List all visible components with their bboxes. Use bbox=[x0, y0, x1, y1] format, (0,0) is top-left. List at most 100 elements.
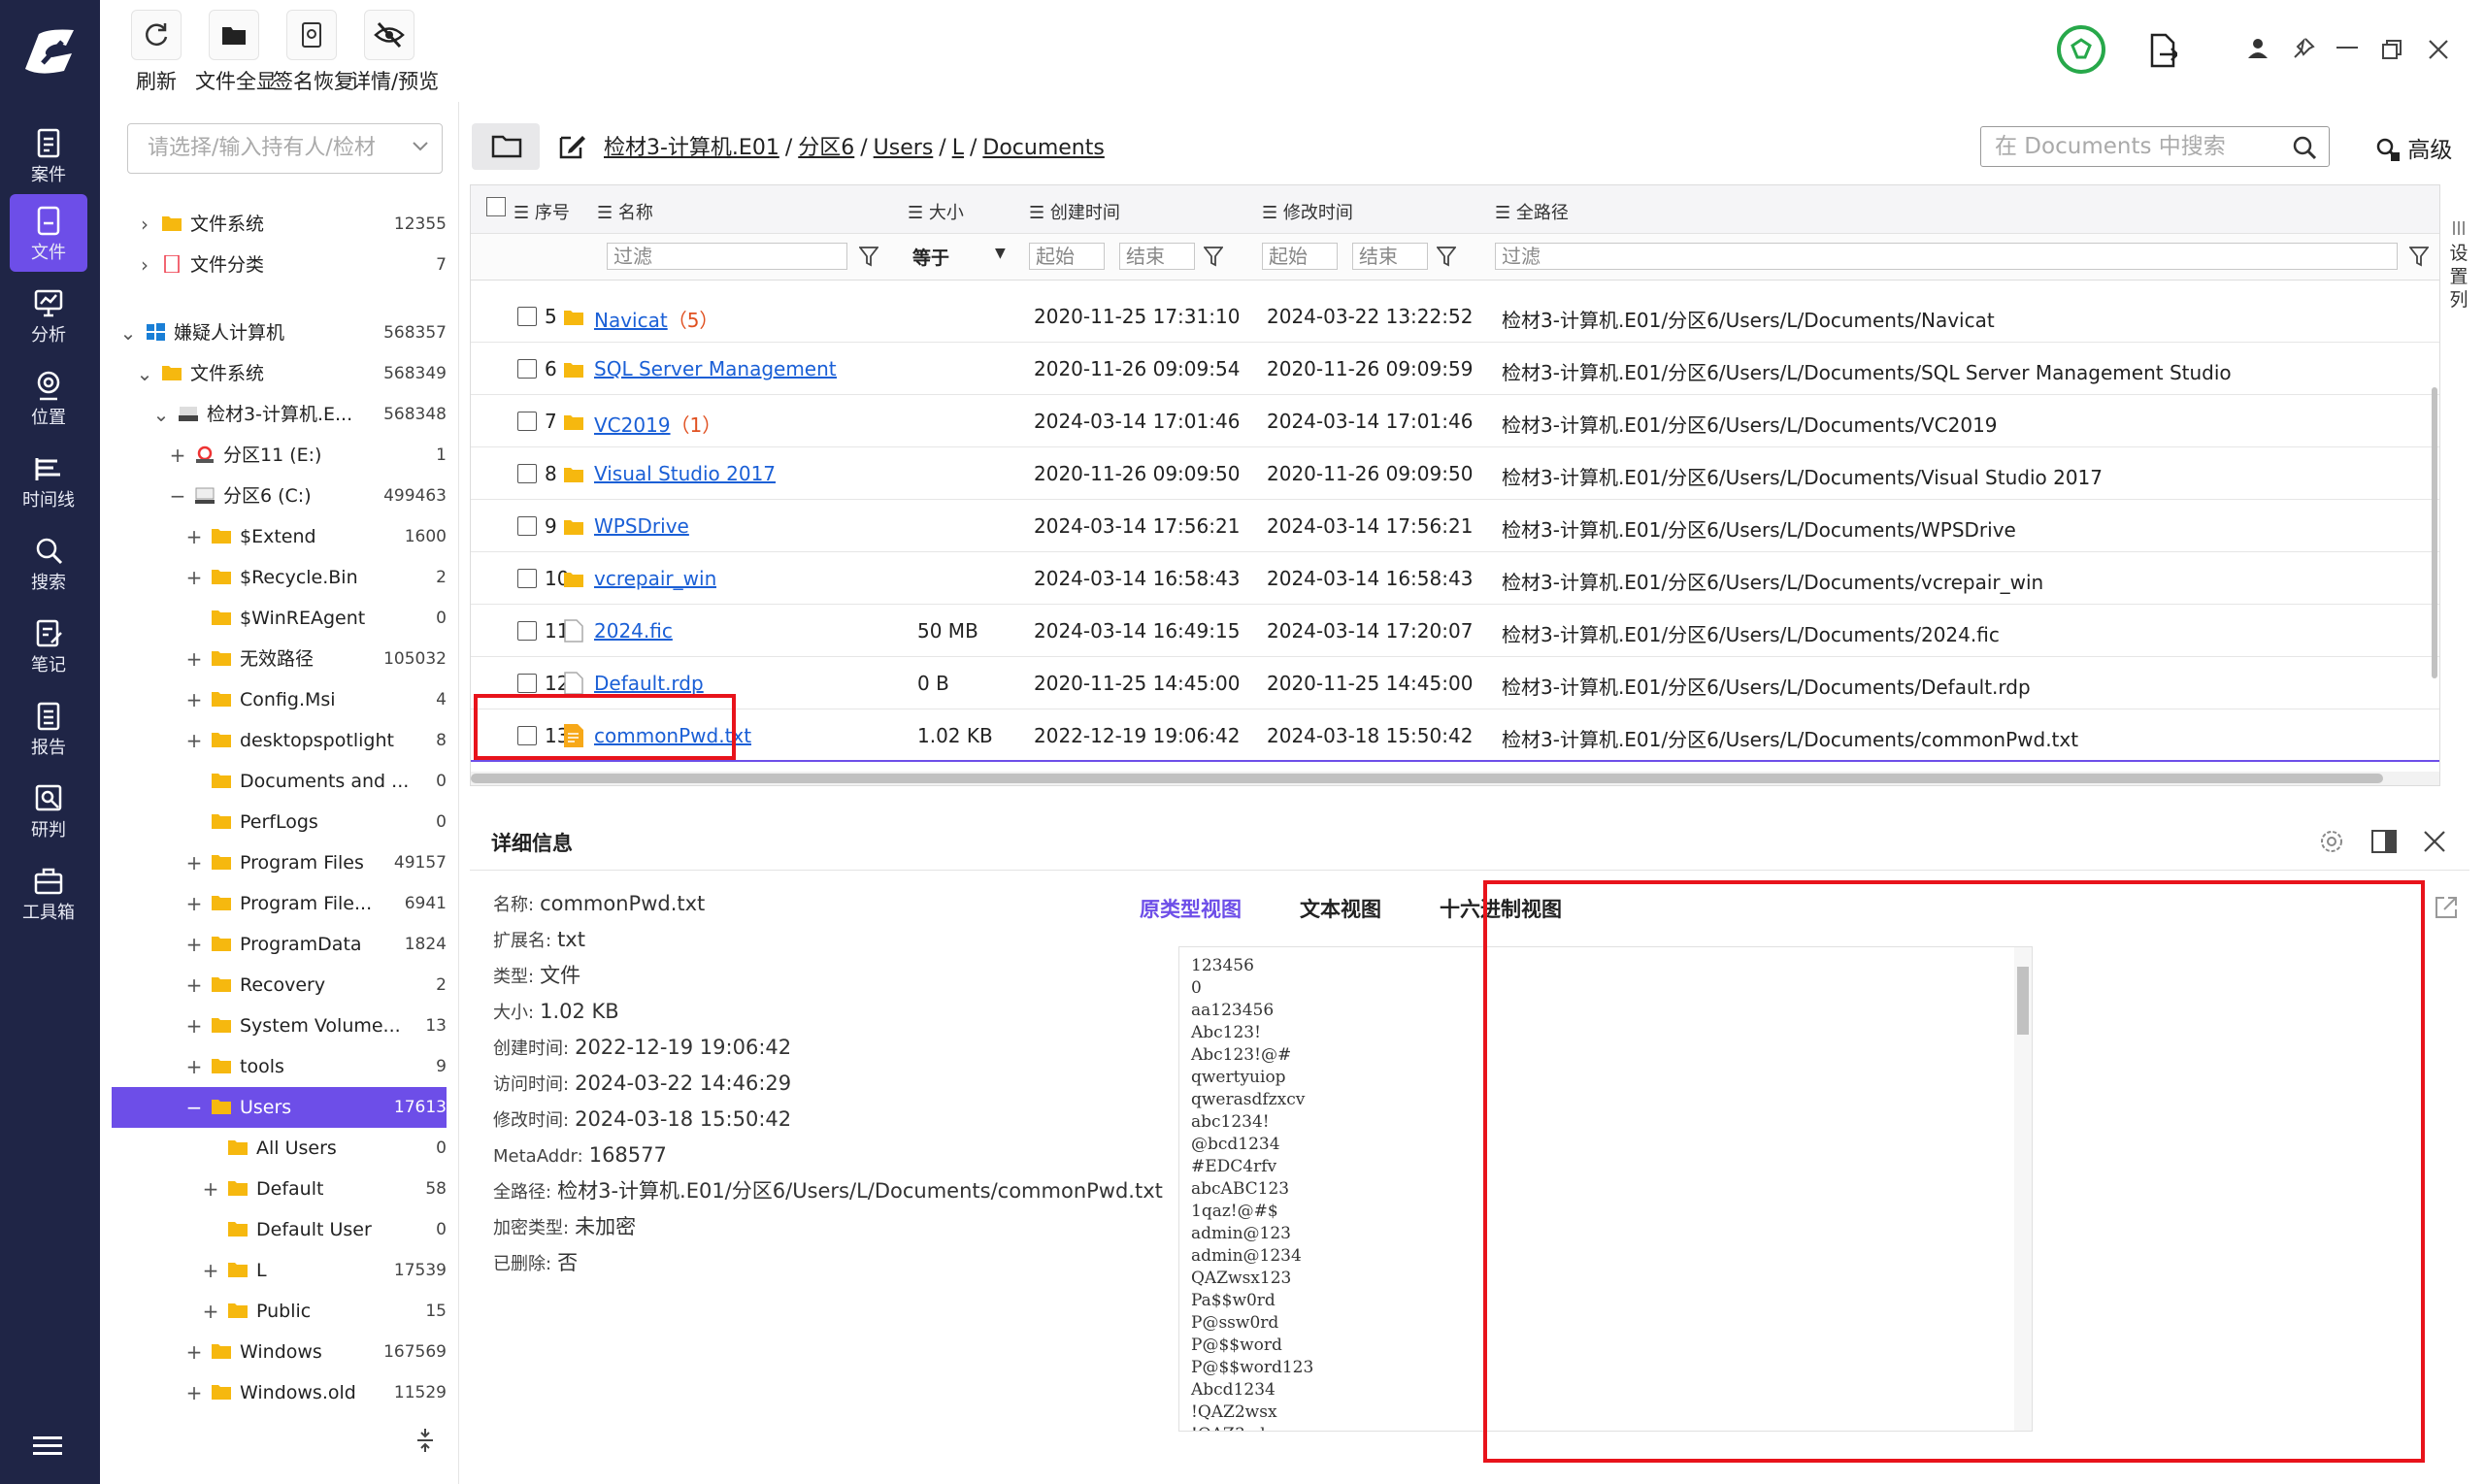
tree-item[interactable]: ⌄ 文件系统 568349 bbox=[112, 353, 447, 394]
nav-item-analysis[interactable]: 分析 bbox=[10, 277, 87, 354]
nav-item-case[interactable]: 案件 bbox=[10, 116, 87, 194]
holder-select[interactable]: 请选择/输入持有人/检材 bbox=[127, 123, 443, 174]
row-checkbox[interactable] bbox=[517, 464, 537, 483]
tree-toggle-icon[interactable]: + bbox=[185, 1046, 203, 1087]
viewer-tab[interactable]: 文本视图 bbox=[1300, 898, 1381, 921]
row-name[interactable]: Default.rdp bbox=[594, 672, 704, 695]
row-name[interactable]: Navicat（5） bbox=[594, 305, 718, 333]
breadcrumb-segment[interactable]: Documents bbox=[982, 136, 1104, 160]
popout-icon[interactable] bbox=[2433, 894, 2460, 921]
grid-horizontal-scrollbar[interactable] bbox=[471, 772, 2439, 785]
tree-toggle-icon[interactable]: + bbox=[185, 679, 203, 720]
row-checkbox[interactable] bbox=[517, 412, 537, 431]
search-input[interactable]: 在 Documents 中搜索 bbox=[1980, 126, 2330, 167]
col-index-header[interactable]: ☰ 序号 bbox=[514, 199, 570, 224]
tree-toggle-icon[interactable]: ⌄ bbox=[152, 394, 170, 435]
row-name[interactable]: vcrepair_win bbox=[594, 567, 716, 590]
hamburger-menu-icon[interactable] bbox=[33, 1435, 62, 1458]
filter-icon[interactable] bbox=[1204, 246, 1223, 267]
tree-toggle-icon[interactable]: + bbox=[185, 639, 203, 679]
table-row[interactable]: 13 commonPwd.txt 1.02 KB 2022-12-19 19:06:4… bbox=[471, 709, 2439, 762]
col-name-header[interactable]: ☰ 名称 bbox=[597, 199, 653, 224]
tree-toggle-icon[interactable]: − bbox=[169, 476, 186, 516]
table-row[interactable]: 8 Visual Studio 2017 2020-11-26 09:09:50 20… bbox=[471, 447, 2439, 500]
fullpath-filter-input[interactable]: 过滤 bbox=[1495, 243, 2398, 270]
tree-item[interactable]: › 文件系统 12355 bbox=[112, 204, 447, 245]
tree-toggle-icon[interactable]: + bbox=[185, 1372, 203, 1413]
tree-toggle-icon[interactable]: › bbox=[136, 204, 153, 245]
tree-item[interactable]: + $Recycle.Bin 2 bbox=[112, 557, 447, 598]
filter-icon[interactable] bbox=[1437, 246, 1456, 267]
row-checkbox[interactable] bbox=[517, 569, 537, 588]
tree-item[interactable]: + $Extend 1600 bbox=[112, 516, 447, 557]
refresh-button[interactable]: 刷新 bbox=[117, 10, 195, 95]
tree-item[interactable]: − Users 17613 bbox=[112, 1087, 447, 1128]
tree-item[interactable]: Default User 0 bbox=[112, 1209, 447, 1250]
tree-item[interactable]: Documents and ... 0 bbox=[112, 761, 447, 802]
table-row[interactable]: 11 2024.fic 50 MB 2024-03-14 16:49:15 2024-0… bbox=[471, 605, 2439, 657]
minimize-icon[interactable] bbox=[2336, 47, 2358, 50]
export-file-icon[interactable] bbox=[2148, 33, 2177, 68]
user-icon[interactable] bbox=[2247, 37, 2269, 60]
tree-item[interactable]: + L 17539 bbox=[112, 1250, 447, 1291]
tree-item[interactable]: + 分区11 (E:) 1 bbox=[112, 435, 447, 476]
table-row[interactable]: 7 VC2019（1） 2024-03-14 17:01:46 2024-03-14 … bbox=[471, 395, 2439, 447]
created-start-input[interactable]: 起始 bbox=[1029, 243, 1105, 270]
col-fullpath-header[interactable]: ☰ 全路径 bbox=[1495, 199, 1569, 224]
row-checkbox[interactable] bbox=[517, 516, 537, 536]
detail-preview-button[interactable]: 详情/预览 bbox=[350, 10, 439, 95]
modified-end-input[interactable]: 结束 bbox=[1352, 243, 1428, 270]
tree-toggle-icon[interactable]: + bbox=[202, 1250, 219, 1291]
tree-toggle-icon[interactable]: + bbox=[185, 1006, 203, 1046]
grid-vertical-scrollbar[interactable] bbox=[2430, 280, 2439, 775]
tree-item[interactable]: ⌄ 检材3-计算机.E... 568348 bbox=[112, 394, 447, 435]
row-name[interactable]: SQL Server Management St bbox=[594, 357, 837, 380]
tree-toggle-icon[interactable]: − bbox=[185, 1087, 203, 1128]
size-compare-select[interactable]: 等于 bbox=[912, 244, 949, 270]
tree-item[interactable]: + System Volume... 13 bbox=[112, 1006, 447, 1046]
show-all-files-button[interactable]: 文件全显 bbox=[195, 10, 277, 95]
tree-item[interactable]: + Config.Msi 4 bbox=[112, 679, 447, 720]
created-end-input[interactable]: 结束 bbox=[1119, 243, 1195, 270]
tree-item[interactable]: + Default 58 bbox=[112, 1169, 447, 1209]
tree-item[interactable]: ⌄ 嫌疑人计算机 568357 bbox=[112, 313, 447, 353]
signature-recover-button[interactable]: 签名恢复 bbox=[273, 10, 354, 95]
tree-toggle-icon[interactable]: + bbox=[185, 883, 203, 924]
tree-toggle-icon[interactable]: + bbox=[202, 1291, 219, 1332]
advanced-search-button[interactable]: 高级 bbox=[2375, 131, 2452, 164]
breadcrumb-segment[interactable]: L bbox=[952, 136, 964, 160]
tree-item[interactable]: + Public 15 bbox=[112, 1291, 447, 1332]
tree-toggle-icon[interactable]: › bbox=[136, 245, 153, 285]
tree-item[interactable]: + Windows.old 11529 bbox=[112, 1372, 447, 1413]
nav-item-file[interactable]: 文件 bbox=[10, 194, 87, 272]
tree-toggle-icon[interactable]: ⌄ bbox=[136, 353, 153, 394]
tree-toggle-icon[interactable]: ⌄ bbox=[119, 313, 137, 353]
table-row[interactable]: 5 Navicat（5） 2020-11-25 17:31:10 2024-03-22… bbox=[471, 290, 2439, 343]
tree-toggle-icon[interactable]: + bbox=[185, 924, 203, 965]
tree-item[interactable]: − 分区6 (C:) 499463 bbox=[112, 476, 447, 516]
shield-status-icon[interactable] bbox=[2056, 24, 2106, 75]
tree-item[interactable]: + tools 9 bbox=[112, 1046, 447, 1087]
tree-toggle-icon[interactable]: + bbox=[185, 1332, 203, 1372]
row-name[interactable]: VC2019（1） bbox=[594, 410, 721, 438]
tree-toggle-icon[interactable]: + bbox=[169, 435, 186, 476]
tree-toggle-icon[interactable]: + bbox=[185, 557, 203, 598]
table-row[interactable]: 9 WPSDrive 2024-03-14 17:56:21 2024-03-14 1… bbox=[471, 500, 2439, 552]
tree-toggle-icon[interactable]: + bbox=[185, 965, 203, 1006]
breadcrumb-segment[interactable]: 分区6 bbox=[798, 136, 854, 160]
table-row[interactable]: 6 SQL Server Management St 2020-11-26 09:0… bbox=[471, 343, 2439, 395]
settings-gear-icon[interactable] bbox=[2318, 828, 2345, 855]
nav-item-note[interactable]: 笔记 bbox=[10, 607, 87, 684]
folder-view-button[interactable] bbox=[472, 123, 540, 170]
filter-icon[interactable] bbox=[2409, 246, 2429, 267]
restore-icon[interactable] bbox=[2381, 39, 2402, 60]
tree-item[interactable]: + Windows 167569 bbox=[112, 1332, 447, 1372]
tree-item[interactable]: PerfLogs 0 bbox=[112, 802, 447, 842]
row-name[interactable]: Visual Studio 2017 bbox=[594, 462, 776, 485]
split-panel-icon[interactable] bbox=[2370, 828, 2398, 855]
row-checkbox[interactable] bbox=[517, 674, 537, 693]
row-name[interactable]: 2024.fic bbox=[594, 619, 673, 643]
tree-item[interactable]: + desktopspotlight 8 bbox=[112, 720, 447, 761]
viewer-tab[interactable]: 原类型视图 bbox=[1140, 898, 1242, 921]
collapse-tree-icon[interactable] bbox=[415, 1427, 435, 1454]
